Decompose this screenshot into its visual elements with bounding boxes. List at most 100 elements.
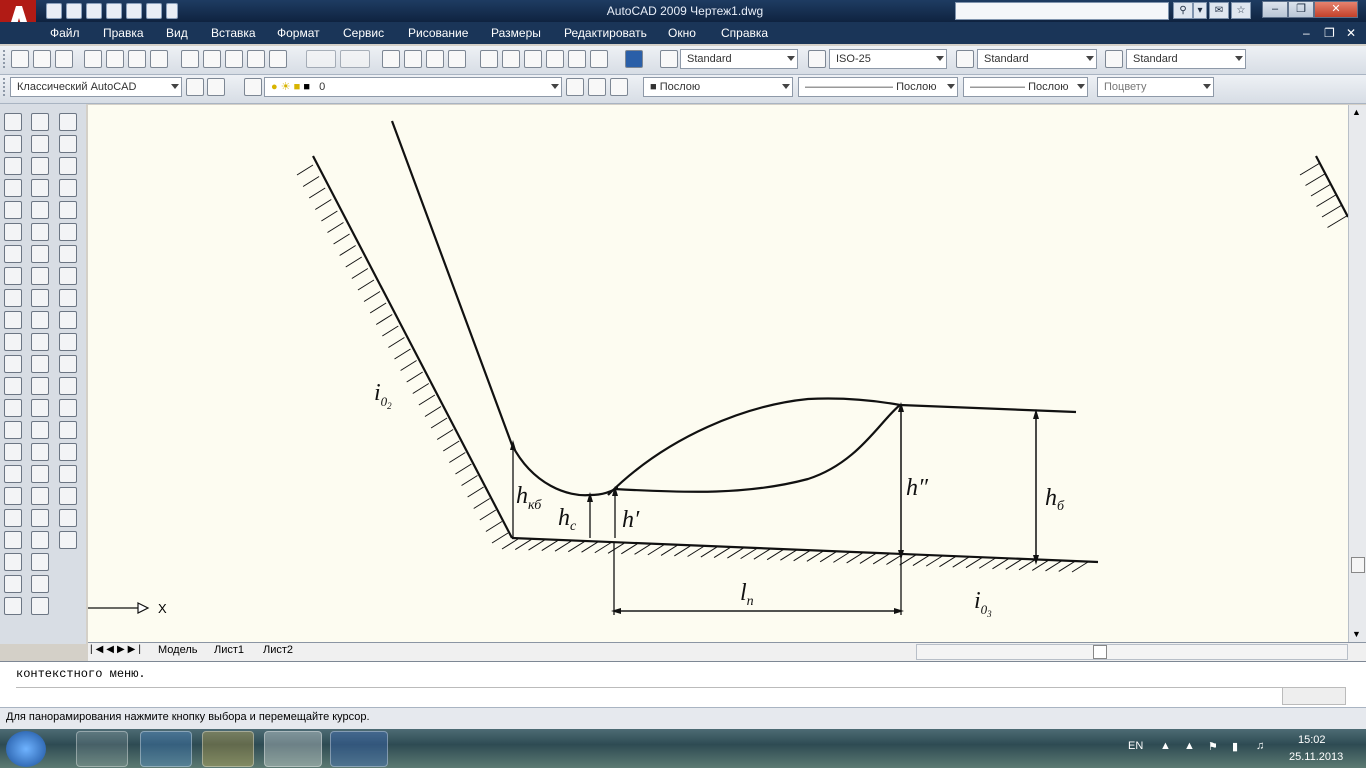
copy-icon[interactable] [203, 50, 221, 68]
tool-ellipse-icon-1[interactable] [31, 311, 49, 329]
tool-arc-icon-0[interactable] [4, 223, 22, 241]
tool-block-icon-1[interactable] [31, 355, 49, 373]
tool-table-icon-2[interactable] [59, 465, 77, 483]
search-dropdown-icon[interactable]: ▾ [1193, 2, 1207, 19]
tool-gradient-icon-0[interactable] [4, 421, 22, 439]
tool-gradient-icon-2[interactable] [59, 421, 77, 439]
tool-polygon-icon-0[interactable] [4, 179, 22, 197]
tool-cloud-icon-1[interactable] [31, 267, 49, 285]
redo-toolbar-icon[interactable] [340, 50, 370, 68]
tool-block-icon-0[interactable] [4, 355, 22, 373]
tool-copy-icon-2[interactable] [59, 531, 77, 549]
menu-file[interactable]: Файл [50, 26, 80, 40]
tool-insert-icon-1[interactable] [31, 333, 49, 351]
tool-point-icon-1[interactable] [31, 377, 49, 395]
autocad-task-icon[interactable] [264, 731, 322, 767]
scroll-up-icon[interactable]: ▲ [1352, 107, 1361, 117]
tool-polygon-icon-1[interactable] [31, 179, 49, 197]
vertical-scrollbar[interactable]: ▲ ▼ [1348, 105, 1366, 642]
tray-flag-icon[interactable]: ⚑ [1208, 740, 1218, 753]
tab-nav-arrows[interactable]: |◀◀▶▶| [90, 644, 144, 655]
layer-states-icon[interactable] [610, 78, 628, 96]
tool-offset-icon-0[interactable] [4, 575, 22, 593]
tray-network-icon[interactable]: ▲ [1184, 740, 1195, 752]
qa-dropdown-icon[interactable] [166, 3, 178, 19]
tool-hatch-icon-1[interactable] [31, 399, 49, 417]
tool-line-icon-0[interactable] [4, 113, 22, 131]
tool-copy-icon-1[interactable] [31, 531, 49, 549]
quickcalc-icon[interactable] [590, 50, 608, 68]
menu-edit[interactable]: Правка [103, 26, 144, 40]
tool-mtext-icon-0[interactable] [4, 487, 22, 505]
qnew-icon[interactable] [11, 50, 29, 68]
tool-mtext-icon-2[interactable] [59, 487, 77, 505]
tool-array-icon-1[interactable] [31, 597, 49, 615]
tool-hatch-icon-2[interactable] [59, 399, 77, 417]
vertical-scroll-thumb[interactable] [1351, 557, 1365, 573]
properties-icon[interactable] [480, 50, 498, 68]
tool-ellipse-icon-2[interactable] [59, 311, 77, 329]
tool-erase-icon-1[interactable] [31, 509, 49, 527]
tool-rectangle-icon-1[interactable] [31, 201, 49, 219]
tray-volume-icon[interactable]: ♫ [1256, 740, 1264, 752]
multileader-style-select[interactable]: Standard [1126, 49, 1246, 69]
text-style-icon[interactable] [660, 50, 678, 68]
plot-icon[interactable] [84, 50, 102, 68]
tool-ellipse-icon-0[interactable] [4, 311, 22, 329]
match-properties-icon[interactable] [247, 50, 265, 68]
horizontal-scrollbar[interactable] [916, 644, 1348, 660]
tool-table-icon-0[interactable] [4, 465, 22, 483]
tool-polyline-icon-2[interactable] [59, 157, 77, 175]
tool-hatch-icon-0[interactable] [4, 399, 22, 417]
tool-circle-icon-0[interactable] [4, 245, 22, 263]
menu-help[interactable]: Справка [721, 26, 768, 40]
tool-xline-icon-0[interactable] [4, 135, 22, 153]
tool-erase-icon-2[interactable] [59, 509, 77, 527]
tool-xline-icon-1[interactable] [31, 135, 49, 153]
make-current-layer-icon[interactable] [566, 78, 584, 96]
drawing-canvas[interactable]: X i02 hкб hc h′ h″ hб lп i03 [88, 105, 1349, 642]
favorites-icon[interactable]: ☆ [1231, 2, 1251, 19]
tool-spline-icon-0[interactable] [4, 289, 22, 307]
internet-explorer-icon[interactable] [140, 731, 192, 767]
chrome-icon[interactable] [202, 731, 254, 767]
maximize-button[interactable]: ❐ [1288, 1, 1314, 18]
new-icon[interactable] [46, 3, 62, 19]
tool-table-icon-1[interactable] [31, 465, 49, 483]
tool-spline-icon-1[interactable] [31, 289, 49, 307]
tool-circle-icon-1[interactable] [31, 245, 49, 263]
tab-layout1[interactable]: Лист1 [214, 644, 244, 656]
dim-style-select[interactable]: ISO-25 [829, 49, 947, 69]
toolbar-grip[interactable] [3, 50, 9, 68]
block-editor-icon[interactable] [269, 50, 287, 68]
tool-arc-icon-1[interactable] [31, 223, 49, 241]
doc-restore-button[interactable]: ❐ [1324, 26, 1335, 40]
tool-insert-icon-0[interactable] [4, 333, 22, 351]
open-file-icon[interactable] [33, 50, 51, 68]
menu-view[interactable]: Вид [166, 26, 188, 40]
pan-icon[interactable] [382, 50, 400, 68]
layer-select[interactable]: ● ☀ ■ ■ 0 [264, 77, 562, 97]
lineweight-select[interactable]: ————— Послою [963, 77, 1088, 97]
menu-modify[interactable]: Редактировать [564, 26, 647, 40]
clock-date[interactable]: 25.11.2013 [1289, 751, 1343, 763]
clock-time[interactable]: 15:02 [1298, 734, 1326, 746]
search-input[interactable] [955, 2, 1169, 20]
dim-style-icon[interactable] [808, 50, 826, 68]
text-style-select[interactable]: Standard [680, 49, 798, 69]
redo-icon[interactable] [146, 3, 162, 19]
tool-palettes-icon[interactable] [524, 50, 542, 68]
plotstyle-select[interactable]: Поцвету [1097, 77, 1214, 97]
scroll-down-icon[interactable]: ▼ [1352, 629, 1361, 639]
tool-rectangle-icon-0[interactable] [4, 201, 22, 219]
workspace-select[interactable]: Классический AutoCAD [10, 77, 182, 97]
save-icon[interactable] [86, 3, 102, 19]
tray-battery-icon[interactable]: ▮ [1232, 740, 1238, 753]
tool-polyline-icon-0[interactable] [4, 157, 22, 175]
tool-erase-icon-0[interactable] [4, 509, 22, 527]
tool-offset-icon-1[interactable] [31, 575, 49, 593]
tool-cloud-icon-2[interactable] [59, 267, 77, 285]
start-button[interactable] [6, 731, 46, 767]
3d-dwf-icon[interactable] [150, 50, 168, 68]
tool-mirror-icon-0[interactable] [4, 553, 22, 571]
